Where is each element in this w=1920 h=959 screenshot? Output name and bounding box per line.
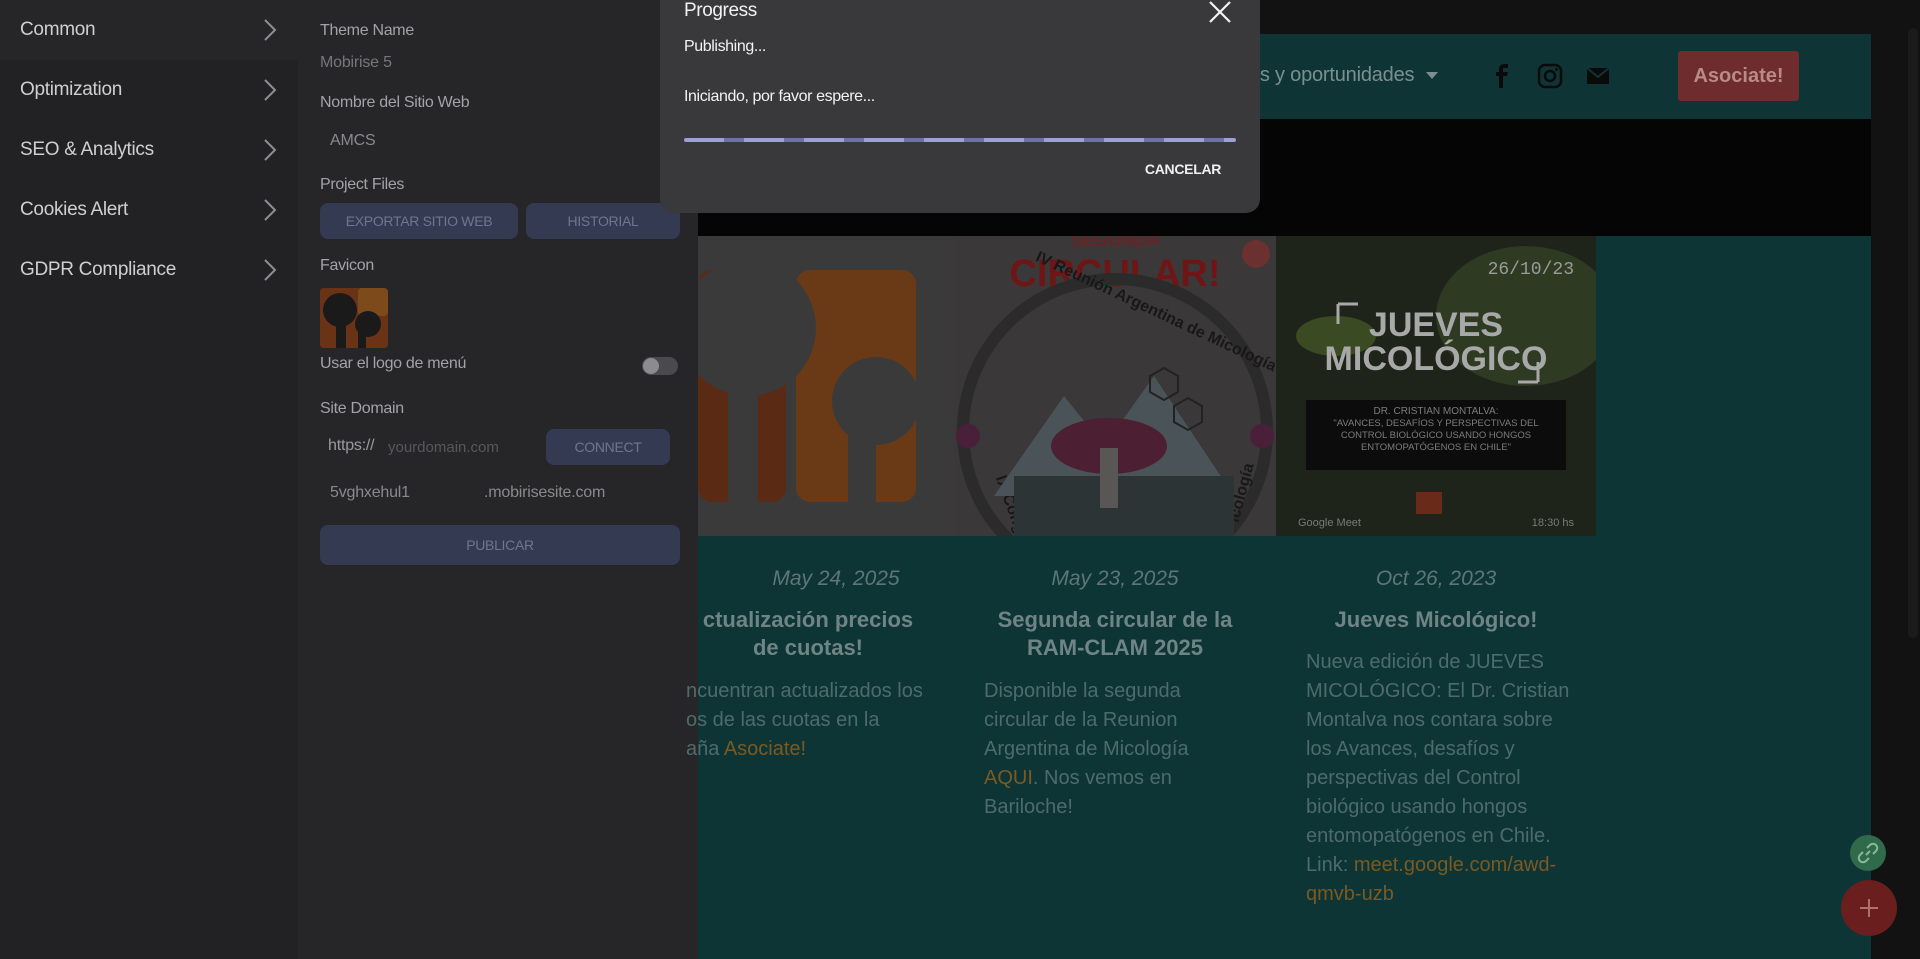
card-date: May 24, 2025 — [772, 567, 900, 590]
chevron-right-icon — [264, 199, 277, 221]
nav-item-label: SEO & Analytics — [20, 139, 154, 160]
app-window: Common Optimization SEO & Analytics Cook… — [0, 0, 1920, 959]
domain-input[interactable]: yourdomain.com — [374, 432, 534, 462]
news-card[interactable]: May 24, 2025 ctualización precios de cuo… — [686, 236, 954, 959]
dialog-title: Progress — [684, 0, 757, 21]
card-image — [698, 236, 954, 536]
publish-button[interactable]: PUBLICAR — [320, 525, 680, 565]
card-text-tail: aña — [686, 738, 724, 760]
asociate-button[interactable]: Asociate! — [1678, 51, 1799, 101]
card-date: Oct 26, 2023 — [1375, 567, 1497, 590]
dialog-message: Iniciando, por favor espere... — [684, 88, 875, 105]
card-title: Segunda circular de la RAM-CLAM 2025 — [997, 607, 1233, 660]
site-nav-link-label: des y oportunidades — [1238, 64, 1415, 86]
subdomain-suffix: .mobirisesite.com — [484, 484, 606, 501]
mushroom-logo-icon — [320, 288, 388, 348]
close-icon[interactable] — [1208, 0, 1232, 24]
site-nav-link[interactable]: des y oportunidades — [1238, 64, 1439, 87]
news-card[interactable]: 26/10/23 JUEVES MICOLÓGICO DR. CRISTIAN … — [1276, 236, 1596, 959]
card-text-before: Disponible la segunda circular de la Reu… — [984, 680, 1189, 760]
site-domain-label: Site Domain — [320, 400, 404, 417]
nav-item-cookies-alert[interactable]: Cookies Alert — [0, 180, 298, 240]
favicon-image[interactable] — [320, 288, 388, 348]
poster-speaker: DR. CRISTIAN MONTALVA: — [1373, 406, 1498, 417]
card-link[interactable]: Asociate! — [724, 738, 806, 760]
poster-talk: "AVANCES, DESAFÍOS Y PERSPECTIVAS DEL CO… — [1333, 418, 1539, 453]
theme-name-label: Theme Name — [320, 22, 414, 39]
news-card[interactable]: SEGUNDA CIRCULAR! IV Reunión Argentina d… — [954, 236, 1276, 959]
nav-item-label: Cookies Alert — [20, 199, 129, 220]
menu-logo-label: Usar el logo de menú — [320, 355, 467, 372]
settings-panel: Theme Name Mobirise 5 Nombre del Sitio W… — [298, 0, 698, 959]
mushroom-logo-image — [698, 236, 954, 536]
card-image: SEGUNDA CIRCULAR! IV Reunión Argentina d… — [954, 236, 1276, 536]
dialog-status: Publishing... — [684, 38, 766, 55]
site-name-field[interactable]: AMCS — [330, 132, 376, 150]
progress-bar — [684, 138, 1236, 142]
poster-heading-1: JUEVES — [1369, 306, 1503, 344]
instagram-icon[interactable] — [1536, 62, 1564, 90]
site-name-label: Nombre del Sitio Web — [320, 94, 470, 111]
card-text-line: ncuentran actualizados los — [686, 680, 923, 702]
poster-heading-2: MICOLÓGICO — [1325, 340, 1548, 378]
export-site-button[interactable]: EXPORTAR SITIO WEB — [320, 203, 518, 239]
facebook-icon[interactable] — [1488, 62, 1516, 90]
poster-place: Google Meet — [1298, 517, 1361, 529]
connect-button[interactable]: CONNECT — [546, 429, 670, 465]
mail-icon[interactable] — [1584, 62, 1612, 90]
project-files-label: Project Files — [320, 176, 405, 193]
add-block-button[interactable] — [1841, 880, 1897, 936]
history-button[interactable]: HISTORIAL — [526, 203, 680, 239]
nav-item-common[interactable]: Common — [0, 0, 298, 60]
plus-icon — [1860, 899, 1878, 917]
progress-dialog: Progress Publishing... Iniciando, por fa… — [660, 0, 1260, 213]
protocol-label: https:// — [328, 437, 375, 454]
chevron-right-icon — [264, 139, 277, 161]
nav-item-label: Optimization — [20, 79, 122, 100]
card-link-label: Link: — [1306, 854, 1354, 876]
menu-logo-toggle[interactable] — [642, 357, 678, 375]
card-text-body: Nueva edición de JUEVES MICOLÓGICO: El D… — [1306, 651, 1570, 847]
favicon-label: Favicon — [320, 257, 374, 274]
nav-item-label: GDPR Compliance — [20, 259, 176, 280]
card-text: Nueva edición de JUEVES MICOLÓGICO: El D… — [1306, 648, 1572, 909]
toggle-knob — [643, 358, 659, 374]
card-link[interactable]: AQUI — [984, 767, 1033, 789]
jueves-micologico-poster-image: 26/10/23 JUEVES MICOLÓGICO DR. CRISTIAN … — [1276, 236, 1596, 536]
poster-date: 26/10/23 — [1488, 260, 1574, 280]
card-date: May 23, 2025 — [1051, 567, 1179, 590]
chevron-right-icon — [264, 19, 277, 41]
theme-name-value: Mobirise 5 — [320, 54, 392, 71]
chevron-right-icon — [264, 79, 277, 101]
poster-time: 18:30 hs — [1532, 517, 1575, 529]
card-text: ncuentran actualizados los os de las cuot… — [686, 677, 924, 764]
card-title: Jueves Micológico! — [1334, 607, 1538, 632]
progress-fill — [684, 138, 1236, 142]
circular-poster-image: SEGUNDA CIRCULAR! IV Reunión Argentina d… — [954, 236, 1276, 536]
card-text: Disponible la segunda circular de la Reu… — [984, 677, 1246, 822]
card-image: 26/10/23 JUEVES MICOLÓGICO DR. CRISTIAN … — [1276, 236, 1596, 536]
nav-item-seo-analytics[interactable]: SEO & Analytics — [0, 120, 298, 180]
chevron-right-icon — [264, 259, 277, 281]
card-title: ctualización precios de cuotas! — [702, 607, 914, 660]
link-fab-button[interactable] — [1850, 835, 1886, 871]
caret-down-icon — [1426, 72, 1439, 80]
nav-item-label: Common — [20, 19, 96, 40]
subdomain-field[interactable]: 5vghxehul1 — [330, 484, 410, 502]
poster-heading-top: SEGUNDA — [1070, 236, 1160, 250]
scrollbar[interactable] — [1906, 0, 1920, 959]
scrollbar-thumb[interactable] — [1908, 28, 1918, 638]
nav-item-optimization[interactable]: Optimization — [0, 60, 298, 120]
settings-nav: Common Optimization SEO & Analytics Cook… — [0, 0, 298, 959]
cancel-button[interactable]: CANCELAR — [1138, 154, 1228, 184]
link-icon — [1857, 842, 1879, 864]
nav-item-gdpr-compliance[interactable]: GDPR Compliance — [0, 240, 298, 300]
card-text-line: os de las cuotas en la — [686, 709, 880, 731]
